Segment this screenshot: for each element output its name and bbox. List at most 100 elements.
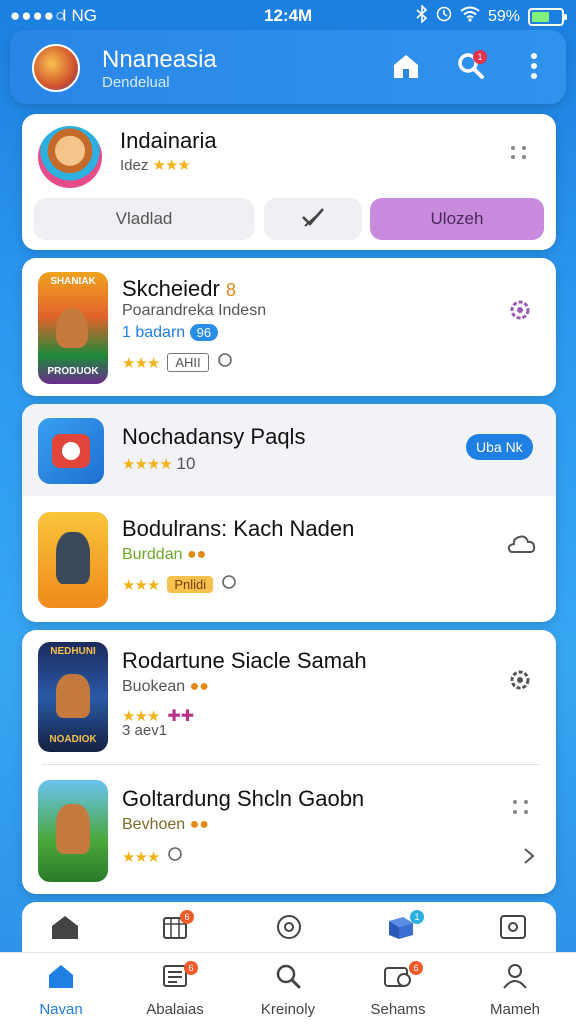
item-subtitle: Buokean — [122, 678, 186, 695]
featured-app-icon — [38, 126, 102, 188]
more-menu-button[interactable] — [514, 48, 554, 88]
profile-icon — [501, 962, 529, 995]
cloud-button[interactable] — [506, 532, 536, 561]
info-icon — [167, 846, 183, 867]
search-icon — [274, 962, 302, 995]
tab-label: Abalaias — [146, 1001, 204, 1018]
settings-button[interactable] — [506, 296, 534, 329]
action-button[interactable]: Uba Nk — [466, 434, 533, 460]
segment-check[interactable] — [264, 198, 362, 240]
settings-button[interactable] — [506, 666, 534, 699]
app-subtitle: Dendelual — [102, 74, 170, 91]
app-logo[interactable] — [32, 44, 80, 92]
tab-navan[interactable]: Navan — [6, 961, 116, 1018]
item-stars: ★★★★ — [122, 456, 173, 473]
battery-level — [532, 11, 549, 22]
featured-rating-label: Idez — [120, 157, 149, 174]
tab-label: Sehams — [370, 1001, 426, 1018]
status-bar: ●●●●○ I NG 12:4M 59% — [0, 0, 576, 30]
more-vertical-icon — [530, 52, 538, 85]
app-cover-image: NEDHUNI NOADIOK — [38, 642, 108, 752]
calendar-badge: 6 — [180, 910, 194, 924]
list-group: Nochadansy Paqls ★★★★ 10 Uba Nk Bodulran… — [22, 404, 556, 622]
tab-abalaias[interactable]: 6 Abalaias — [120, 961, 230, 1018]
drag-handle-icon[interactable] — [508, 144, 530, 171]
list-item[interactable]: Goltardung Shcln Gaobn Bevhoen ●● ★★★ — [22, 768, 556, 894]
tab-badge: 6 — [409, 961, 423, 975]
item-subtitle: Burddan — [122, 546, 183, 563]
quick-calendar-button[interactable]: 6 — [158, 910, 194, 946]
item-title: Rodartune Siacle Samah — [122, 648, 367, 673]
character-figure — [56, 674, 90, 718]
segment-vladlad[interactable]: Vladlad — [34, 198, 254, 240]
search-button[interactable]: 1 — [451, 48, 491, 88]
item-chip: AHII — [167, 353, 209, 372]
app-title: Nnaneasia — [102, 46, 217, 73]
battery-percent: 59% — [487, 7, 520, 25]
home-icon — [46, 962, 76, 995]
tab-kreinoly[interactable]: Kreinoly — [233, 961, 343, 1018]
cover-bottom-text: PRODUOK — [47, 366, 99, 377]
cover-top-text: SHANIAK — [50, 276, 96, 287]
quick-actions-bar: 6 1 — [22, 902, 556, 954]
quick-record-button[interactable] — [496, 912, 530, 946]
drag-handle-icon[interactable] — [510, 798, 532, 825]
list-item[interactable]: Bodulrans: Kach Naden Burddan ●● ★★★ Pnl… — [22, 496, 556, 622]
battery-icon — [528, 7, 567, 26]
carrier-label: I NG — [62, 6, 97, 25]
character-figure — [56, 804, 90, 854]
item-subtitle: Poarandreka Indesn — [122, 302, 267, 319]
character-figure — [56, 532, 90, 584]
home-button[interactable] — [386, 48, 426, 88]
cover-bottom-text: NOADIOK — [49, 734, 97, 745]
gear-icon — [506, 300, 534, 328]
search-badge: 1 — [473, 50, 487, 64]
item-stars: ★★★ — [122, 354, 160, 372]
clock: 12:4M — [264, 6, 313, 25]
tab-sehams[interactable]: 6 Sehams — [343, 961, 453, 1018]
coin-icon: ●● — [189, 678, 209, 695]
cloud-icon — [506, 535, 536, 560]
wifi-icon — [460, 6, 480, 27]
featured-title: Indainaria — [120, 128, 217, 153]
item-title: Goltardung Shcln Gaobn — [122, 786, 365, 811]
featured-card[interactable]: Indainaria Idez ★★★ Vladlad Ulozeh — [22, 114, 556, 250]
tab-mameh[interactable]: Mameh — [460, 961, 570, 1018]
item-chip: Pnlidi — [167, 576, 214, 593]
list-item[interactable]: SHANIAK PRODUOK Skcheiedr 8 Poarandreka … — [22, 258, 556, 396]
home-icon — [49, 913, 81, 946]
segment-ulozeh[interactable]: Ulozeh — [370, 198, 544, 240]
coin-icon: ●● — [186, 546, 207, 563]
list-group: NEDHUNI NOADIOK Rodartune Siacle Samah B… — [22, 630, 556, 894]
item-meta: 3 aev1 — [122, 722, 168, 739]
quick-target-button[interactable] — [272, 912, 306, 946]
item-tag: 8 — [225, 280, 236, 300]
app-icon — [38, 418, 104, 484]
box-badge: 1 — [410, 910, 424, 924]
chevron-right-icon[interactable] — [522, 846, 536, 871]
list-item[interactable]: Nochadansy Paqls ★★★★ 10 Uba Nk — [22, 404, 556, 496]
cover-top-text: NEDHUNI — [50, 646, 96, 657]
quick-home-button[interactable] — [48, 912, 82, 946]
app-cover-image — [38, 512, 108, 608]
record-icon — [499, 914, 527, 945]
app-cover-image: SHANIAK PRODUOK — [38, 272, 108, 384]
quick-box-button[interactable]: 1 — [384, 910, 424, 946]
bluetooth-icon — [416, 4, 428, 28]
item-title: Nochadansy Paqls — [122, 424, 306, 449]
gamepad-icon: ✚✚ — [167, 708, 195, 725]
tab-label: Navan — [39, 1001, 83, 1018]
item-rating: 10 — [176, 454, 196, 473]
item-meta: 1 badarn — [122, 324, 186, 341]
item-stars: ★★★ — [122, 848, 160, 866]
tab-badge: 6 — [184, 961, 198, 975]
item-title: Skcheiedr — [122, 276, 220, 301]
info-icon — [217, 352, 233, 373]
list-item[interactable]: NEDHUNI NOADIOK Rodartune Siacle Samah B… — [22, 630, 556, 764]
app-cover-image — [38, 780, 108, 882]
item-title: Bodulrans: Kach Naden — [122, 516, 355, 541]
alarm-icon — [436, 6, 452, 27]
gear-icon — [506, 670, 534, 698]
home-icon — [391, 52, 421, 85]
info-icon — [221, 574, 237, 595]
